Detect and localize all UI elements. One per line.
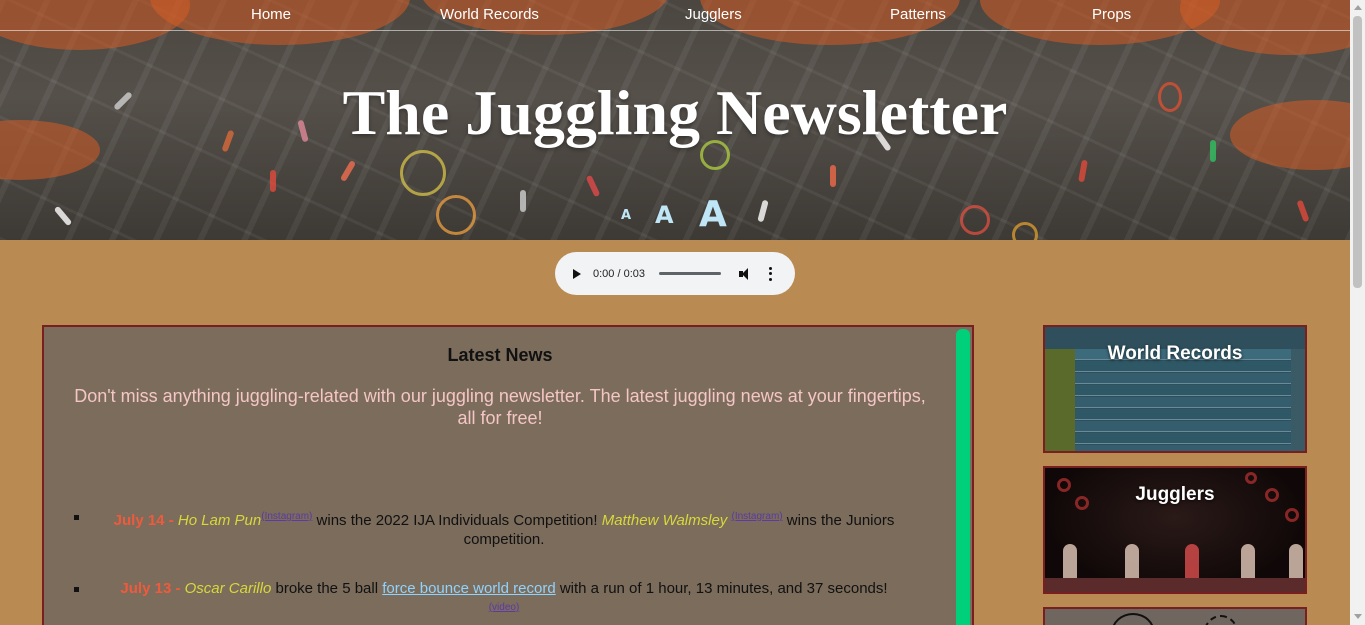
club-decoration bbox=[520, 190, 526, 212]
club-decoration bbox=[585, 174, 601, 198]
news-intro: Don't miss anything juggling-related wit… bbox=[74, 386, 926, 428]
nav-item-home[interactable]: Home bbox=[251, 6, 291, 23]
news-item: July 14 - Ho Lam Pun(Instagram) wins the… bbox=[74, 507, 934, 549]
news-text: with a run of 1 hour, 13 minutes, and 37… bbox=[559, 580, 888, 597]
ring-decoration bbox=[1285, 508, 1299, 522]
news-person: Matthew Walmsley bbox=[601, 512, 728, 529]
audio-player: 0:00 / 0:03 bbox=[555, 252, 795, 295]
table-row bbox=[1045, 373, 1305, 384]
ring-decoration bbox=[400, 150, 446, 196]
table-row bbox=[1045, 385, 1305, 396]
ring-decoration bbox=[1245, 472, 1257, 484]
world-record-link[interactable]: force bounce world record bbox=[382, 580, 555, 597]
page-title: The Juggling Newsletter bbox=[342, 77, 1008, 148]
top-nav: Home World Records Jugglers Patterns Pro… bbox=[0, 0, 1350, 31]
club-decoration bbox=[1078, 159, 1088, 183]
latest-news-panel: Latest News Don't miss anything juggling… bbox=[42, 325, 974, 625]
news-text: broke the 5 ball bbox=[275, 580, 379, 597]
table-row bbox=[1045, 445, 1305, 451]
more-options-icon[interactable] bbox=[769, 266, 773, 281]
nav-item-jugglers[interactable]: Jugglers bbox=[685, 6, 742, 23]
news-date: July 14 - bbox=[113, 512, 174, 529]
club-decoration bbox=[270, 170, 276, 192]
club-decoration bbox=[830, 165, 836, 187]
video-link[interactable]: (video) bbox=[489, 602, 520, 613]
table-row bbox=[1045, 397, 1305, 408]
play-icon[interactable] bbox=[573, 268, 581, 279]
pattern-sketch bbox=[1111, 613, 1155, 625]
club-decoration bbox=[757, 199, 769, 223]
table-row bbox=[1045, 409, 1305, 420]
ring-decoration bbox=[436, 195, 476, 235]
hero-banner: Home World Records Jugglers Patterns Pro… bbox=[0, 0, 1350, 240]
card-label: World Records bbox=[1107, 343, 1243, 364]
font-size-small-button[interactable]: A bbox=[621, 208, 631, 223]
audio-progress-slider[interactable] bbox=[659, 272, 721, 275]
card-world-records[interactable]: World Records bbox=[1043, 325, 1307, 453]
font-size-medium-button[interactable]: A bbox=[655, 201, 674, 229]
page-scrollbar[interactable] bbox=[1350, 0, 1365, 625]
club-decoration bbox=[339, 159, 357, 183]
pattern-sketch bbox=[1203, 615, 1239, 625]
instagram-link[interactable]: (Instagram) bbox=[731, 511, 782, 522]
nav-item-world-records[interactable]: World Records bbox=[440, 6, 539, 23]
instagram-link[interactable]: (Instagram) bbox=[261, 511, 312, 522]
news-date: July 13 - bbox=[120, 580, 181, 597]
ring-decoration bbox=[960, 205, 990, 235]
table-row bbox=[1045, 421, 1305, 432]
volume-icon[interactable] bbox=[739, 267, 753, 281]
font-size-large-button[interactable]: A bbox=[699, 194, 727, 235]
stage-floor bbox=[1045, 578, 1305, 592]
nav-item-props[interactable]: Props bbox=[1092, 6, 1131, 23]
news-item: July 13 - Oscar Carillo broke the 5 ball… bbox=[74, 579, 934, 621]
scroll-down-icon[interactable] bbox=[1354, 614, 1362, 619]
news-title: Latest News bbox=[447, 345, 553, 365]
table-row bbox=[1045, 433, 1305, 444]
news-person: Ho Lam Pun bbox=[177, 512, 262, 529]
scroll-up-icon[interactable] bbox=[1354, 5, 1362, 10]
club-decoration bbox=[53, 205, 73, 227]
scrollbar-thumb[interactable] bbox=[1353, 16, 1362, 288]
news-person: Oscar Carillo bbox=[184, 580, 272, 597]
card-label: Jugglers bbox=[1135, 484, 1215, 505]
news-scroll-accent bbox=[956, 329, 970, 625]
card-patterns-preview[interactable] bbox=[1043, 607, 1307, 625]
audio-time: 0:00 / 0:03 bbox=[593, 267, 645, 280]
news-list: July 14 - Ho Lam Pun(Instagram) wins the… bbox=[74, 507, 934, 625]
club-decoration bbox=[1296, 199, 1310, 223]
card-jugglers[interactable]: Jugglers bbox=[1043, 466, 1307, 594]
nav-item-patterns[interactable]: Patterns bbox=[890, 6, 946, 23]
news-text: wins the 2022 IJA Individuals Competitio… bbox=[316, 512, 598, 529]
ring-decoration bbox=[1012, 222, 1038, 240]
